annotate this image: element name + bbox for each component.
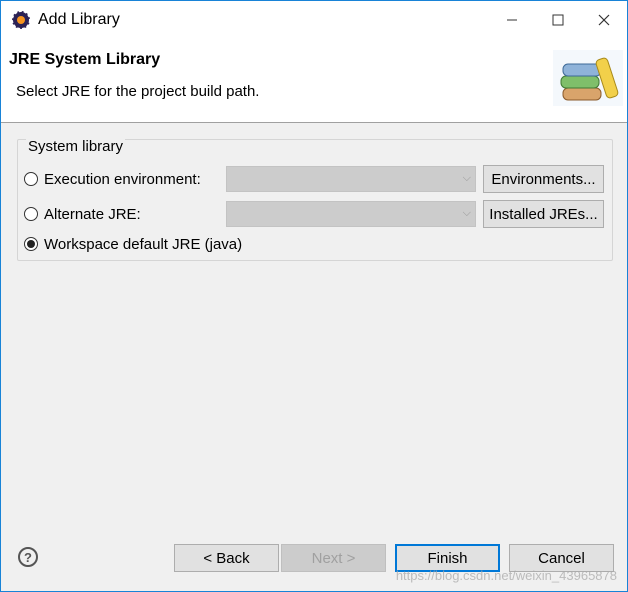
alternate-jre-select[interactable]: ⌵ bbox=[226, 201, 476, 227]
window-controls bbox=[489, 1, 627, 38]
close-icon bbox=[598, 14, 610, 25]
maximize-icon bbox=[552, 14, 564, 25]
alternate-jre-radio[interactable] bbox=[24, 207, 38, 221]
window-title: Add Library bbox=[38, 10, 120, 28]
page-title: JRE System Library bbox=[9, 51, 161, 68]
execution-environment-label: Execution environment: bbox=[44, 170, 201, 188]
chevron-down-icon: ⌵ bbox=[462, 172, 471, 184]
alternate-jre-option[interactable]: Alternate JRE: bbox=[24, 200, 141, 228]
watermark: https://blog.csdn.net/weixin_43965878 bbox=[395, 568, 617, 583]
wizard-banner: JRE System Library Select JRE for the pr… bbox=[1, 38, 627, 123]
add-library-dialog: Add Library JRE System Library Select JR… bbox=[0, 0, 628, 592]
minimize-button[interactable] bbox=[489, 1, 535, 38]
minimize-icon bbox=[507, 19, 517, 20]
workspace-default-jre-radio[interactable] bbox=[24, 237, 38, 251]
installed-jres-button[interactable]: Installed JREs... bbox=[483, 200, 604, 228]
workspace-default-jre-option[interactable]: Workspace default JRE (java) bbox=[24, 230, 242, 258]
workspace-default-jre-label: Workspace default JRE (java) bbox=[44, 235, 243, 253]
alternate-jre-label: Alternate JRE: bbox=[44, 205, 141, 223]
library-books-icon bbox=[553, 46, 623, 106]
maximize-button[interactable] bbox=[535, 1, 581, 38]
execution-environment-option[interactable]: Execution environment: bbox=[24, 165, 201, 193]
back-button[interactable]: < Back bbox=[174, 544, 279, 572]
eclipse-app-icon bbox=[10, 9, 32, 31]
close-button[interactable] bbox=[581, 1, 627, 38]
execution-environment-radio[interactable] bbox=[24, 172, 38, 186]
page-description: Select JRE for the project build path. bbox=[16, 83, 260, 100]
help-icon[interactable]: ? bbox=[18, 547, 38, 567]
group-label: System library bbox=[26, 138, 126, 155]
execution-environment-select[interactable]: ⌵ bbox=[226, 166, 476, 192]
chevron-down-icon: ⌵ bbox=[462, 207, 471, 219]
next-button[interactable]: Next > bbox=[281, 544, 386, 572]
system-library-group: System library Execution environment: ⌵ … bbox=[17, 138, 613, 261]
environments-button[interactable]: Environments... bbox=[483, 165, 604, 193]
title-bar: Add Library bbox=[1, 1, 627, 38]
